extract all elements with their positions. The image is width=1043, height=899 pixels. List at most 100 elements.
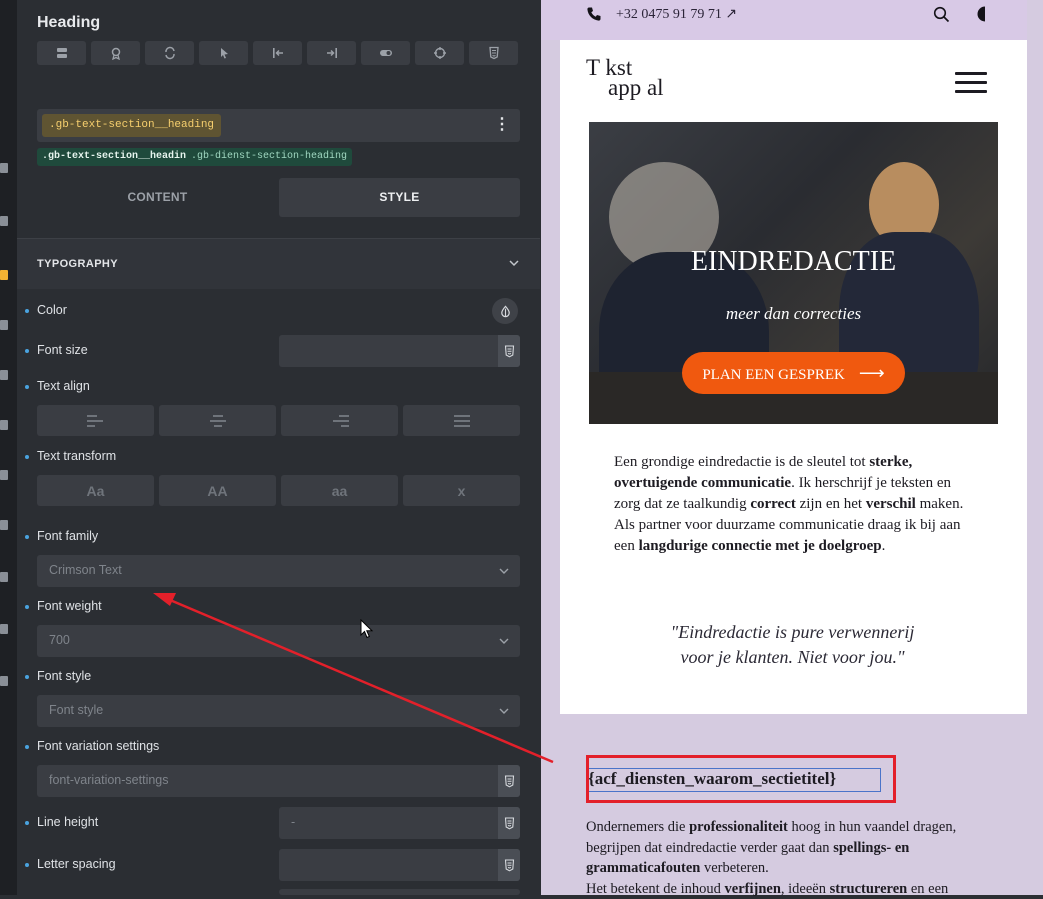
tab-content[interactable]: CONTENT <box>37 178 278 217</box>
setting-dot <box>25 745 29 749</box>
layout-icon[interactable] <box>37 41 86 65</box>
quote-line-2: voor je klanten. Niet voor jou." <box>680 647 905 667</box>
plan-gesprek-button[interactable]: PLAN EEN GESPREK ⟶ <box>682 352 905 394</box>
text-align-group <box>37 405 520 436</box>
layers-icon[interactable] <box>0 216 8 226</box>
rail-icon[interactable] <box>0 320 8 330</box>
phone-number-link[interactable]: +32 0475 91 79 71 ↗ <box>616 6 737 23</box>
unit-selector[interactable] <box>498 807 520 839</box>
next-input[interactable] <box>279 889 520 895</box>
transform-none-button[interactable]: x <box>403 475 520 506</box>
phone-icon <box>587 7 601 21</box>
hero-banner: EINDREDACTIE meer dan correcties PLAN EE… <box>589 122 998 424</box>
align-center-button[interactable] <box>159 405 276 436</box>
transform-icon[interactable] <box>145 41 194 65</box>
database-icon[interactable] <box>0 676 8 686</box>
font-weight-value: 700 <box>49 633 70 647</box>
typography-label: TYPOGRAPHY <box>37 258 119 270</box>
intro-paragraph: Een grondige eindredactie is de sleutel … <box>614 452 979 557</box>
font-variation-input[interactable]: font-variation-settings <box>37 765 520 797</box>
css-unit-icon <box>504 344 514 357</box>
preview-topbar: +32 0475 91 79 71 ↗ <box>541 0 1027 40</box>
hero-title: EINDREDACTIE <box>690 246 897 277</box>
theme-toggle-icon[interactable] <box>977 6 985 22</box>
text: . <box>881 538 886 554</box>
letter-spacing-label: Letter spacing <box>37 857 116 871</box>
rail-icon[interactable] <box>0 420 8 430</box>
font-family-value: Crimson Text <box>49 563 122 577</box>
transform-capitalize-button[interactable]: Aa <box>37 475 154 506</box>
align-start-icon[interactable] <box>253 41 302 65</box>
icon-rail <box>0 0 17 895</box>
typography-section-header[interactable]: TYPOGRAPHY <box>17 239 540 289</box>
class-selector[interactable]: .gb-text-section__heading ⋮ <box>37 109 520 142</box>
transform-lowercase-button[interactable]: aa <box>281 475 398 506</box>
search-icon[interactable] <box>933 6 950 23</box>
toggle-icon[interactable] <box>361 41 410 65</box>
font-style-select[interactable]: Font style <box>37 695 520 727</box>
text-bold: correct <box>750 496 796 512</box>
setting-dot <box>25 349 29 353</box>
panel-tabs: CONTENT STYLE <box>37 178 520 217</box>
setting-dot <box>25 385 29 389</box>
text: zijn en het <box>795 496 866 512</box>
unit-selector[interactable] <box>498 765 520 797</box>
line-height-label: Line height <box>37 815 99 829</box>
css-icon[interactable] <box>469 41 518 65</box>
font-family-select[interactable]: Crimson Text <box>37 555 520 587</box>
css-unit-icon <box>504 858 514 871</box>
quote-line-1: "Eindredactie is pure verwennerij <box>670 622 915 642</box>
style-icon[interactable] <box>0 270 8 280</box>
droplet-icon <box>500 304 510 317</box>
align-justify-button[interactable] <box>403 405 520 436</box>
text: Ondernemers die <box>586 819 690 835</box>
line-height-input[interactable]: - <box>279 807 520 839</box>
target-icon[interactable] <box>415 41 464 65</box>
font-weight-select[interactable]: 700 <box>37 625 520 657</box>
kebab-menu-icon[interactable]: ⋮ <box>494 115 510 135</box>
rail-icon[interactable] <box>0 624 8 634</box>
rail-icon[interactable] <box>0 370 8 380</box>
unit-selector[interactable] <box>498 849 520 881</box>
align-right-button[interactable] <box>281 405 398 436</box>
rail-icon[interactable] <box>0 470 8 480</box>
logo-line-2: app al <box>608 75 664 100</box>
page-preview: +32 0475 91 79 71 ↗ T kst app al EINDRED… <box>541 0 1043 897</box>
quote: "Eindredactie is pure verwennerij voor j… <box>600 620 985 670</box>
font-variation-placeholder: font-variation-settings <box>49 773 169 787</box>
text-bold: langdurige connectie met je doelgroep <box>638 538 882 554</box>
color-picker-button[interactable] <box>492 298 518 324</box>
rail-icon[interactable] <box>0 520 8 530</box>
hero-subtitle: meer dan correcties <box>725 304 862 323</box>
hero-button-label: PLAN EEN GESPREK <box>702 367 845 383</box>
text: , ideeën <box>780 880 830 897</box>
font-style-label: Font style <box>37 669 92 683</box>
text: Het betekent de inhoud <box>586 880 725 897</box>
chevron-down-icon <box>499 638 509 644</box>
rail-icon[interactable] <box>0 572 8 582</box>
align-left-button[interactable] <box>37 405 154 436</box>
chevron-down-icon[interactable] <box>507 256 521 270</box>
badge-icon[interactable] <box>91 41 140 65</box>
class-chip[interactable]: .gb-dienst-section-heading <box>186 148 353 166</box>
letter-spacing-input[interactable] <box>279 849 520 881</box>
transform-uppercase-button[interactable]: AA <box>159 475 276 506</box>
unit-selector[interactable] <box>498 335 520 367</box>
rail-icon[interactable] <box>0 163 8 173</box>
pointer-icon[interactable] <box>199 41 248 65</box>
class-chip[interactable]: .gb-text-section__heading <box>37 148 198 166</box>
css-unit-icon <box>504 816 514 829</box>
text-transform-group: Aa AA aa x <box>37 475 520 506</box>
align-end-icon[interactable] <box>307 41 356 65</box>
hamburger-menu-icon[interactable] <box>955 72 987 99</box>
tab-style[interactable]: STYLE <box>279 178 520 217</box>
css-unit-icon <box>504 774 514 787</box>
font-family-label: Font family <box>37 529 99 543</box>
site-logo[interactable]: T kst app al <box>586 56 664 100</box>
font-weight-label: Font weight <box>37 599 102 613</box>
selected-class-chip[interactable]: .gb-text-section__heading <box>42 114 222 137</box>
font-size-input[interactable] <box>279 335 520 367</box>
font-size-label: Font size <box>37 343 88 357</box>
services-paragraph: Ondernemers die professionaliteit hoog i… <box>586 817 1011 899</box>
text-bold: verschil <box>865 496 916 512</box>
